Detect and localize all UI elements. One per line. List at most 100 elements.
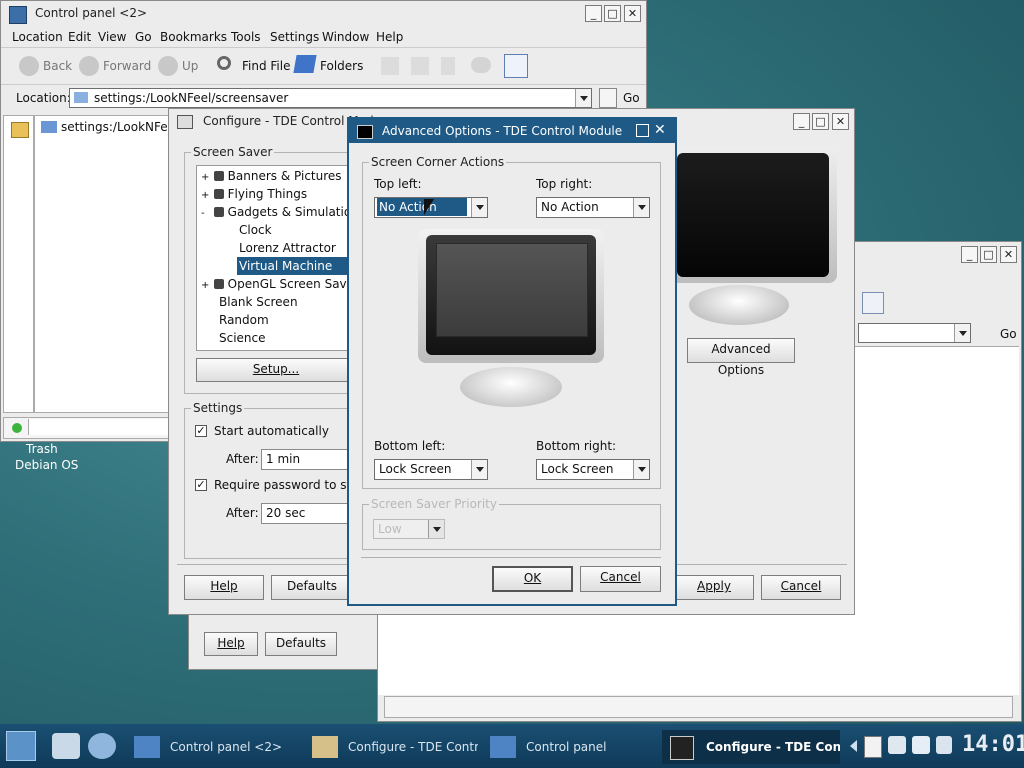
menu-edit[interactable]: Edit: [68, 30, 91, 44]
top-right-combo[interactable]: No Action: [536, 197, 650, 218]
bottom-left-combo[interactable]: Lock Screen: [374, 459, 488, 480]
menu-settings[interactable]: Settings: [270, 30, 319, 44]
network-icon[interactable]: [888, 736, 906, 754]
folders-button[interactable]: Folders: [320, 59, 363, 73]
tree-item-banners[interactable]: + Banners & Pictures: [201, 167, 342, 185]
statusbar-field: [28, 419, 176, 435]
screensaver-category-icon: [213, 207, 224, 217]
menu-go[interactable]: Go: [135, 30, 152, 44]
go-button[interactable]: Go: [623, 91, 640, 105]
chevron-down-icon[interactable]: [633, 460, 649, 479]
chevron-down-icon[interactable]: [471, 198, 487, 217]
copy-icon[interactable]: [411, 57, 429, 75]
after2-spinbox[interactable]: 20 sec: [261, 503, 351, 524]
clock[interactable]: 14:01: [962, 732, 1024, 757]
chevron-down-icon[interactable]: [575, 89, 591, 107]
menu-window[interactable]: Window: [322, 30, 369, 44]
forward-icon[interactable]: [79, 56, 99, 76]
minimize-icon[interactable]: _: [793, 113, 810, 130]
maximize-icon[interactable]: □: [980, 246, 997, 263]
accessibility-icon[interactable]: [936, 736, 952, 754]
minimize-icon[interactable]: _: [585, 5, 602, 22]
ok-button[interactable]: OK: [492, 566, 573, 592]
konqueror-icon[interactable]: [88, 733, 116, 759]
task-configure-active[interactable]: Configure - TDE Contr: [662, 730, 840, 764]
home-icon[interactable]: [11, 122, 29, 138]
klipper-icon[interactable]: [864, 736, 882, 758]
tree-item-opengl[interactable]: + OpenGL Screen Sav...: [201, 275, 357, 293]
top-left-value: No Action: [377, 198, 467, 216]
advanced-options-button[interactable]: Advanced Options: [687, 338, 795, 377]
go-icon[interactable]: [599, 88, 617, 108]
start-automatically-checkbox[interactable]: ✓: [195, 425, 207, 437]
setup-button[interactable]: Setup...: [196, 358, 356, 382]
view-mode-icon[interactable]: [504, 54, 528, 78]
maximize-icon[interactable]: □: [812, 113, 829, 130]
menu-help[interactable]: Help: [376, 30, 403, 44]
tree-item-blank-screen[interactable]: Blank Screen: [219, 293, 298, 311]
tree-item-random[interactable]: Random: [219, 311, 269, 329]
minimize-icon[interactable]: _: [961, 246, 978, 263]
tree-item-location[interactable]: settings:/LookNFeel/: [41, 118, 182, 136]
background-go-button[interactable]: Go: [1000, 327, 1017, 341]
close-icon[interactable]: ✕: [624, 5, 641, 22]
main-toolbar: Back Forward Up Find File Folders: [1, 47, 646, 85]
sidebar-panel: [3, 115, 34, 413]
require-password-checkbox[interactable]: ✓: [195, 479, 207, 491]
desktop-icon-trash-label[interactable]: Trash: [26, 442, 58, 456]
location-label: Location:: [16, 91, 71, 105]
task-configure-1[interactable]: Configure - TDE Control: [312, 734, 478, 760]
paste-icon[interactable]: [441, 57, 455, 75]
menu-tools[interactable]: Tools: [231, 30, 261, 44]
task-control-panel[interactable]: Control panel: [490, 734, 650, 760]
tray-arrow-icon[interactable]: [850, 740, 857, 752]
background-location-combo[interactable]: [858, 323, 971, 343]
tree-item-clock[interactable]: Clock: [239, 221, 272, 239]
help-button[interactable]: Help: [184, 575, 264, 600]
menu-location[interactable]: Location: [12, 30, 63, 44]
tree-item-lorenz[interactable]: Lorenz Attractor: [239, 239, 336, 257]
find-file-button[interactable]: Find File: [242, 59, 290, 73]
apply-button[interactable]: Apply: [674, 575, 754, 600]
back-button[interactable]: Back: [43, 59, 72, 73]
tree-item-science[interactable]: Science: [219, 329, 266, 347]
maximize-icon[interactable]: □: [604, 5, 621, 22]
corner-monitor-screen: [426, 235, 596, 355]
chevron-down-icon[interactable]: [471, 460, 487, 479]
volume-icon[interactable]: [912, 736, 930, 754]
tree-item-virtual-machine[interactable]: Virtual Machine: [237, 257, 357, 275]
desktop-icon-debian-label[interactable]: Debian OS: [15, 458, 78, 472]
tree-item-flying-things[interactable]: + Flying Things: [201, 185, 307, 203]
close-icon[interactable]: ✕: [654, 122, 666, 138]
background-help-button[interactable]: Help: [204, 632, 258, 656]
location-combo[interactable]: settings:/LookNFeel/screensaver: [69, 88, 592, 108]
cancel-button[interactable]: Cancel: [761, 575, 841, 600]
back-icon[interactable]: [19, 56, 39, 76]
screensaver-group-label: Screen Saver: [191, 145, 275, 159]
close-icon[interactable]: ✕: [1000, 246, 1017, 263]
folders-icon[interactable]: [293, 55, 317, 73]
priority-combo: Low: [373, 519, 445, 539]
tde-menu-icon[interactable]: [6, 731, 36, 761]
desktop-icon[interactable]: [52, 733, 80, 759]
menu-bookmarks[interactable]: Bookmarks: [160, 30, 227, 44]
up-button[interactable]: Up: [182, 59, 198, 73]
cancel-button[interactable]: Cancel: [580, 566, 661, 592]
undo-icon[interactable]: [471, 57, 491, 73]
view-icon[interactable]: [862, 292, 884, 314]
cut-icon[interactable]: [381, 57, 399, 75]
maximize-icon[interactable]: [636, 124, 649, 137]
background-defaults-button[interactable]: Defaults: [265, 632, 337, 656]
task-control-panel-2[interactable]: Control panel <2>: [134, 734, 294, 760]
close-icon[interactable]: ✕: [832, 113, 849, 130]
forward-button[interactable]: Forward: [103, 59, 151, 73]
window-icon: [312, 736, 338, 758]
after-spinbox[interactable]: 1 min: [261, 449, 351, 470]
defaults-button[interactable]: Defaults: [271, 575, 353, 600]
menu-view[interactable]: View: [98, 30, 126, 44]
bottom-right-combo[interactable]: Lock Screen: [536, 459, 650, 480]
chevron-down-icon[interactable]: [633, 198, 649, 217]
up-icon[interactable]: [158, 56, 178, 76]
search-icon[interactable]: [217, 56, 231, 70]
tree-item-gadgets[interactable]: - Gadgets & Simulation: [201, 203, 359, 221]
